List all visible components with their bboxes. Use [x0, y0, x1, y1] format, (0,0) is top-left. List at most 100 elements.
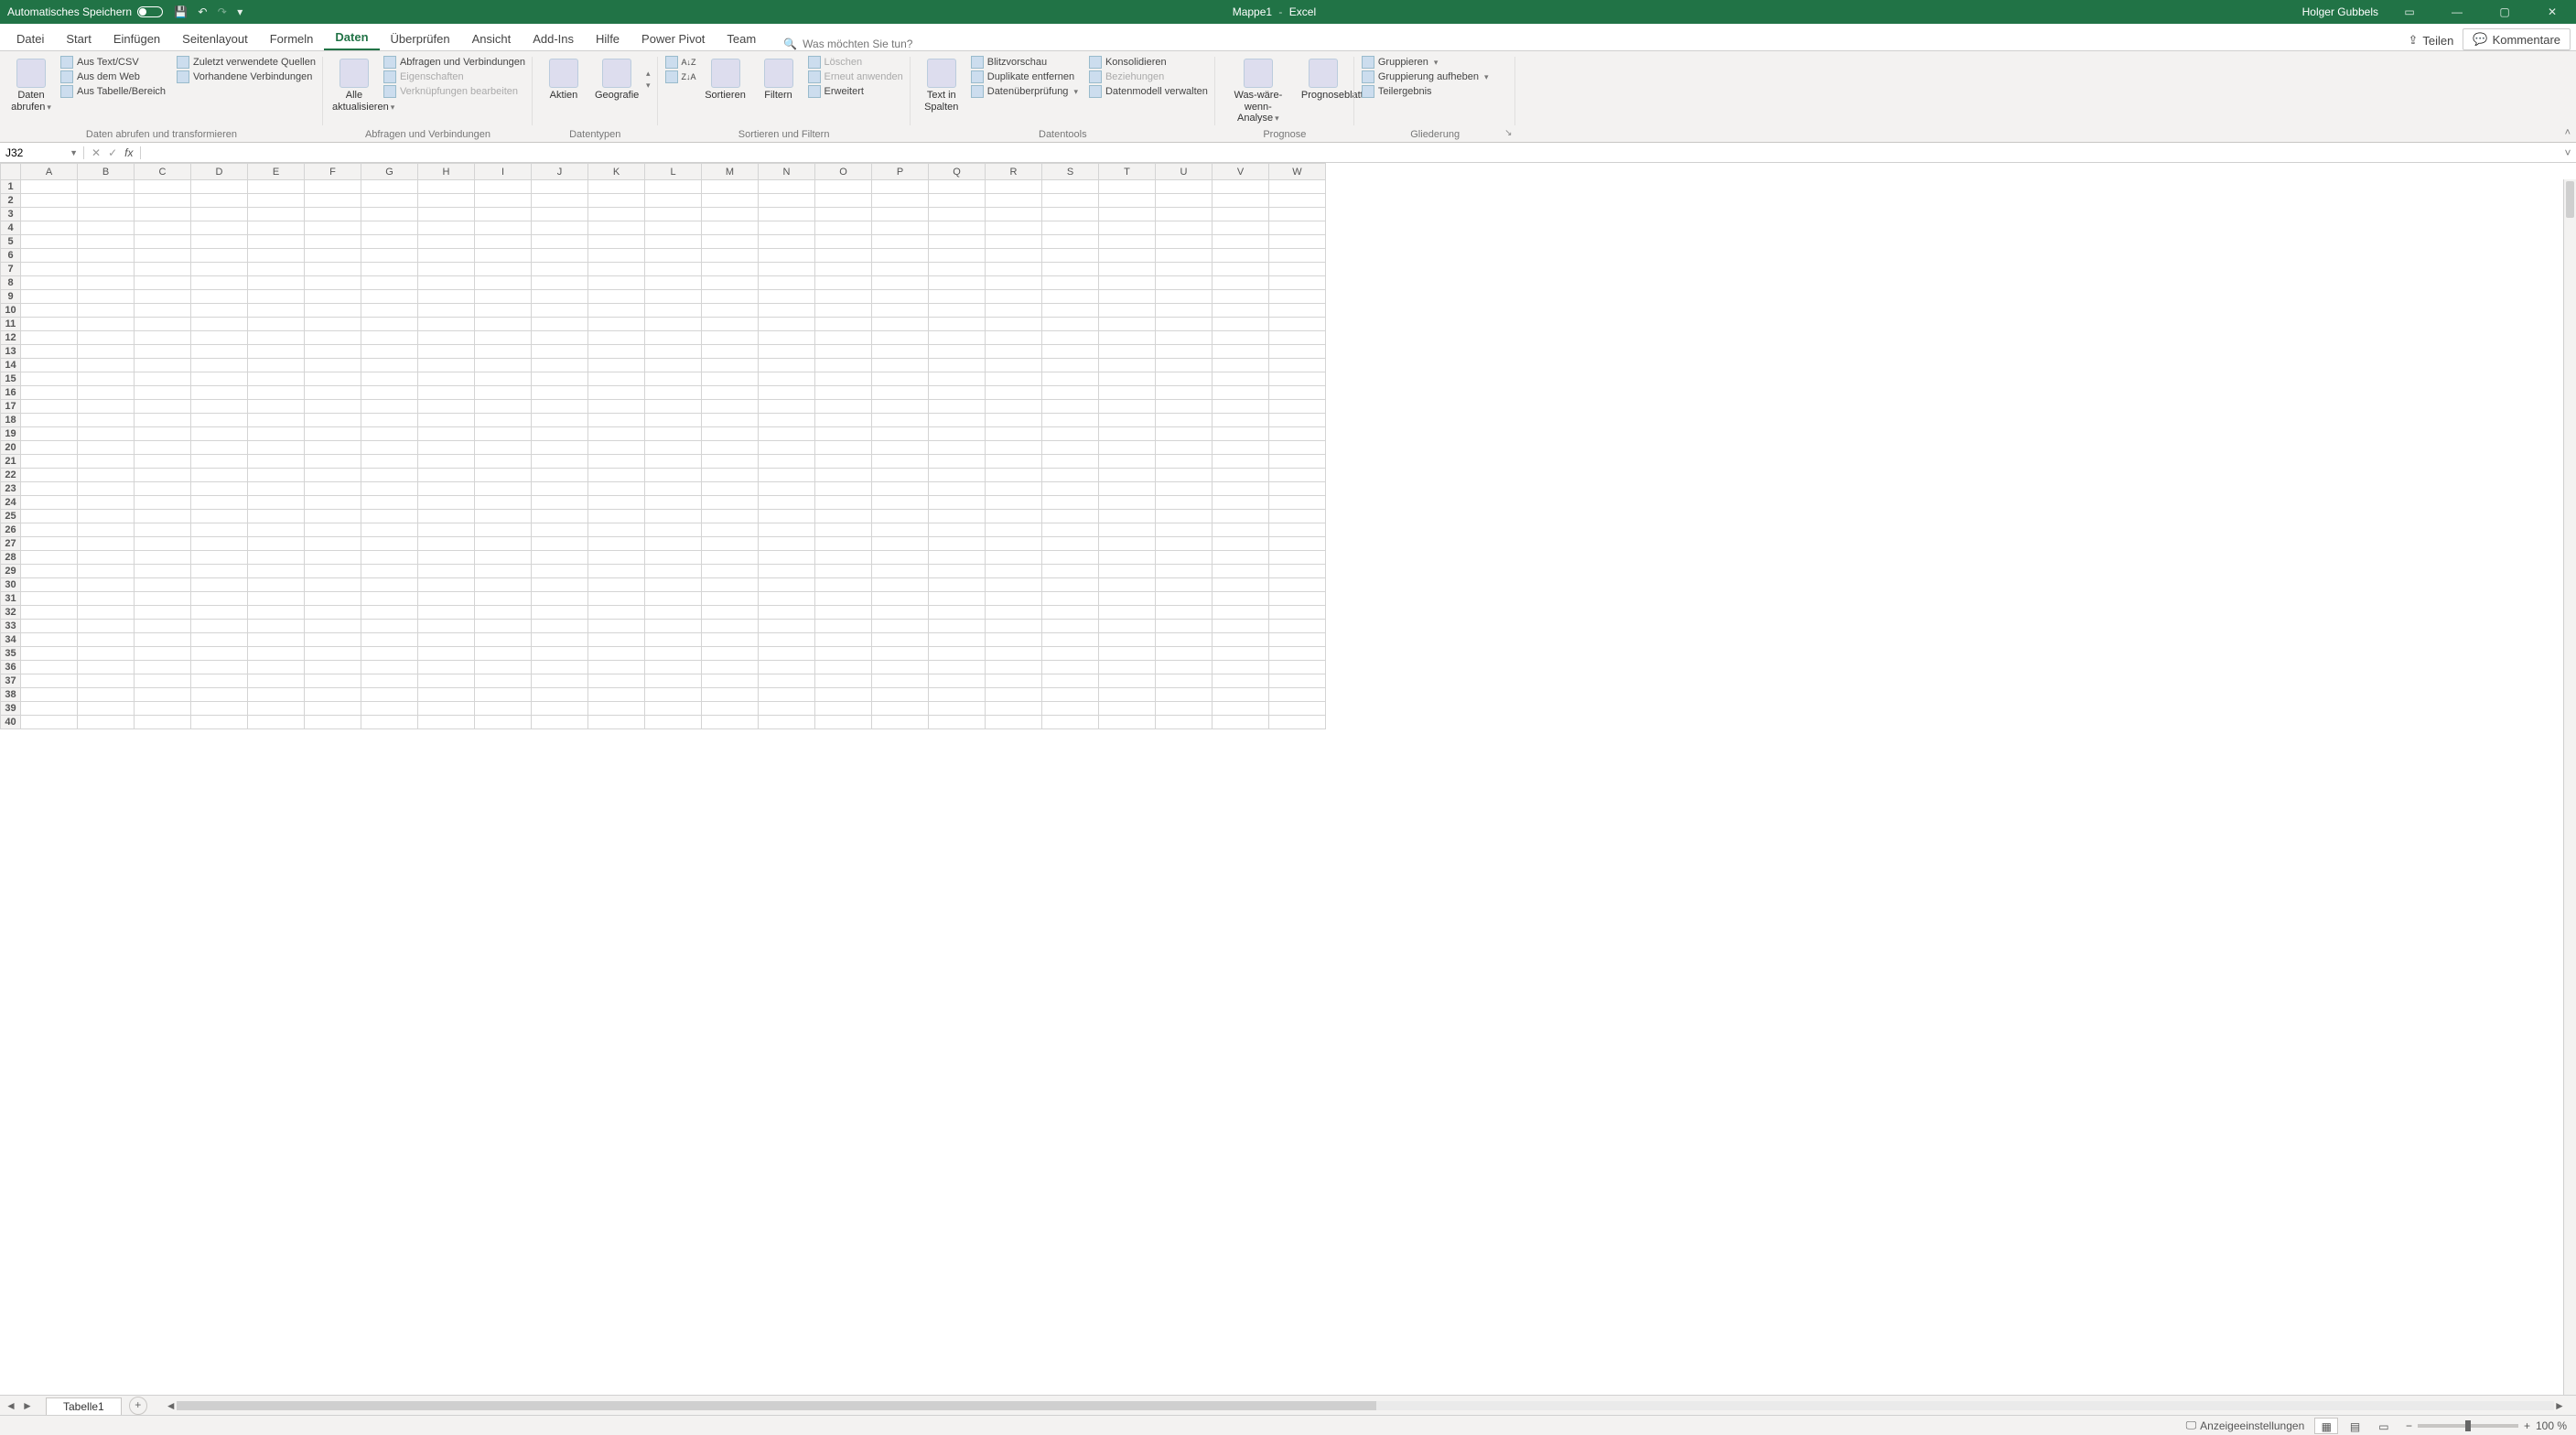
cell[interactable] — [1269, 194, 1326, 208]
row-header[interactable]: 27 — [1, 537, 21, 551]
row-header[interactable]: 16 — [1, 386, 21, 400]
cell[interactable] — [1156, 235, 1213, 249]
cell[interactable] — [1042, 716, 1099, 729]
cell[interactable] — [1269, 221, 1326, 235]
cell[interactable] — [532, 235, 588, 249]
cell[interactable] — [1213, 620, 1269, 633]
cell[interactable] — [361, 606, 418, 620]
cell[interactable] — [986, 276, 1042, 290]
cell[interactable] — [645, 661, 702, 674]
cell[interactable] — [759, 427, 815, 441]
cell[interactable] — [929, 674, 986, 688]
cell[interactable] — [21, 414, 78, 427]
cell[interactable] — [872, 372, 929, 386]
new-sheet-button[interactable]: + — [129, 1397, 147, 1415]
cell[interactable] — [532, 221, 588, 235]
cell[interactable] — [21, 263, 78, 276]
cell[interactable] — [1213, 414, 1269, 427]
cell[interactable] — [702, 441, 759, 455]
cell[interactable] — [588, 414, 645, 427]
cell[interactable] — [1269, 441, 1326, 455]
cell[interactable] — [475, 194, 532, 208]
cell[interactable] — [1156, 331, 1213, 345]
cell[interactable] — [78, 620, 135, 633]
cell[interactable] — [1213, 633, 1269, 647]
cell[interactable] — [872, 208, 929, 221]
cell[interactable] — [1213, 578, 1269, 592]
cell[interactable] — [475, 606, 532, 620]
cell[interactable] — [135, 620, 191, 633]
cell[interactable] — [21, 249, 78, 263]
cell[interactable] — [1042, 523, 1099, 537]
cell[interactable] — [1213, 290, 1269, 304]
cell[interactable] — [759, 331, 815, 345]
cell[interactable] — [361, 510, 418, 523]
cell[interactable] — [21, 208, 78, 221]
cell[interactable] — [1156, 221, 1213, 235]
cell[interactable] — [191, 565, 248, 578]
cell[interactable] — [78, 633, 135, 647]
cell[interactable] — [929, 537, 986, 551]
cell[interactable] — [418, 702, 475, 716]
cell[interactable] — [1042, 592, 1099, 606]
cell[interactable] — [418, 427, 475, 441]
cell[interactable] — [475, 537, 532, 551]
cell[interactable] — [361, 523, 418, 537]
cell[interactable] — [305, 592, 361, 606]
cell[interactable] — [588, 647, 645, 661]
cell[interactable] — [418, 249, 475, 263]
cell[interactable] — [305, 578, 361, 592]
cell[interactable] — [248, 469, 305, 482]
cell[interactable] — [759, 221, 815, 235]
cell[interactable] — [532, 606, 588, 620]
column-header[interactable]: L — [645, 164, 702, 180]
cell[interactable] — [1156, 537, 1213, 551]
cell[interactable] — [475, 496, 532, 510]
cell[interactable] — [1156, 647, 1213, 661]
cell[interactable] — [1099, 400, 1156, 414]
cell[interactable] — [361, 276, 418, 290]
row-header[interactable]: 33 — [1, 620, 21, 633]
cell[interactable] — [418, 510, 475, 523]
what-if-button[interactable]: Was-wäre-wenn-Analyse▾ — [1223, 55, 1294, 128]
cell[interactable] — [759, 674, 815, 688]
cell[interactable] — [1042, 208, 1099, 221]
cell[interactable] — [1156, 441, 1213, 455]
cell[interactable] — [815, 414, 872, 427]
cell[interactable] — [986, 510, 1042, 523]
cell[interactable] — [248, 496, 305, 510]
row-header[interactable]: 11 — [1, 318, 21, 331]
cell[interactable] — [588, 537, 645, 551]
cell[interactable] — [1156, 592, 1213, 606]
cell[interactable] — [702, 414, 759, 427]
cell[interactable] — [135, 496, 191, 510]
cell[interactable] — [475, 276, 532, 290]
cell[interactable] — [759, 523, 815, 537]
cell[interactable] — [532, 455, 588, 469]
cell[interactable] — [645, 194, 702, 208]
zoom-in-button[interactable]: + — [2524, 1419, 2530, 1432]
cell[interactable] — [588, 276, 645, 290]
cell[interactable] — [929, 510, 986, 523]
cell[interactable] — [248, 331, 305, 345]
cell[interactable] — [1269, 427, 1326, 441]
cell[interactable] — [78, 427, 135, 441]
cell[interactable] — [815, 180, 872, 194]
cell[interactable] — [305, 208, 361, 221]
cell[interactable] — [759, 482, 815, 496]
cell[interactable] — [418, 441, 475, 455]
cell[interactable] — [1156, 400, 1213, 414]
row-header[interactable]: 25 — [1, 510, 21, 523]
row-header[interactable]: 13 — [1, 345, 21, 359]
cell[interactable] — [475, 331, 532, 345]
cell[interactable] — [532, 345, 588, 359]
cell[interactable] — [1156, 290, 1213, 304]
cell[interactable] — [759, 688, 815, 702]
autosave-toggle[interactable]: Automatisches Speichern — [7, 5, 163, 18]
cell[interactable] — [21, 661, 78, 674]
cell[interactable] — [1099, 359, 1156, 372]
cell[interactable] — [759, 263, 815, 276]
cell[interactable] — [1042, 400, 1099, 414]
cell[interactable] — [1042, 551, 1099, 565]
cell[interactable] — [986, 496, 1042, 510]
